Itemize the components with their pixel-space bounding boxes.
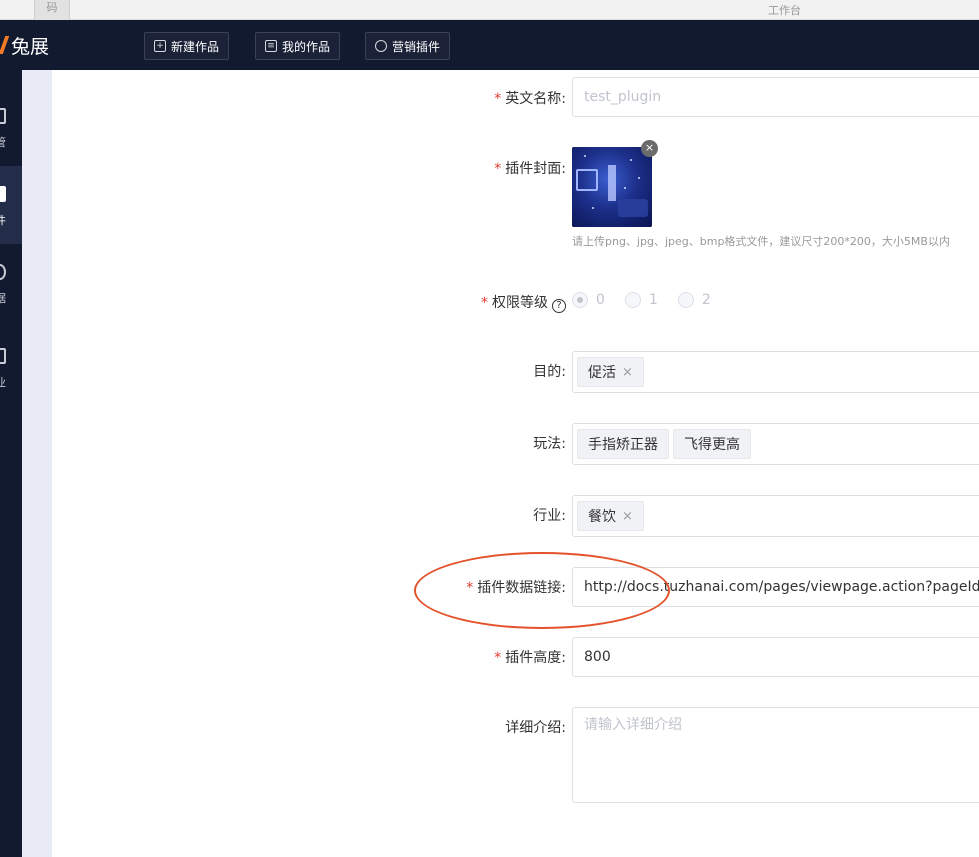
plugin-form: * 英文名称: test_plugin * 插件封面: × 请上传png、jpg、j… bbox=[52, 70, 979, 857]
sidebar-industry-icon bbox=[0, 348, 6, 364]
sidebar-item-label: 据 bbox=[0, 292, 6, 305]
tag-remove-icon[interactable]: × bbox=[622, 509, 633, 524]
cube-icon bbox=[375, 40, 387, 52]
permission-radio-0[interactable]: 0 bbox=[572, 292, 605, 308]
sidebar-item-label: 业 bbox=[0, 376, 6, 389]
radio-checked-icon bbox=[572, 292, 588, 308]
permission-radio-group: 0 1 2 bbox=[572, 292, 731, 308]
cover-remove-button[interactable]: × bbox=[641, 140, 658, 157]
cover-label: * 插件封面: bbox=[494, 161, 566, 177]
sidebar-item-label: 件 bbox=[0, 214, 6, 227]
help-circle-icon[interactable]: ? bbox=[552, 299, 566, 313]
sidebar-data-icon bbox=[0, 264, 6, 280]
industry-tag: 餐饮 × bbox=[577, 501, 644, 531]
plugin-height-input[interactable]: 800 bbox=[572, 637, 979, 677]
sidebar-manage-icon bbox=[0, 108, 6, 124]
permission-label: * 权限等级? bbox=[481, 292, 566, 313]
sidebar-plugin-icon bbox=[0, 186, 6, 202]
content-gutter bbox=[22, 70, 52, 857]
radio-unchecked-icon bbox=[677, 292, 694, 308]
marketing-plugins-label: 营销插件 bbox=[392, 39, 441, 54]
purpose-tag-select[interactable]: 促活 × bbox=[572, 351, 979, 393]
sidebar: 管 件 据 业 bbox=[0, 70, 22, 857]
data-link-label: * 插件数据链接: bbox=[466, 580, 566, 596]
new-work-label: 新建作品 bbox=[171, 39, 220, 54]
gameplay-tag: 手指矫正器 bbox=[577, 429, 669, 459]
english-name-label: * 英文名称: bbox=[494, 91, 566, 107]
description-label: 详细介绍: bbox=[505, 720, 566, 736]
industry-label: 行业: bbox=[533, 508, 566, 524]
data-link-input[interactable]: http://docs.tuzhanai.com/pages/viewpage.… bbox=[572, 567, 979, 607]
radio-unchecked-icon bbox=[624, 292, 641, 308]
purpose-label: 目的: bbox=[533, 364, 566, 380]
browser-tab-title[interactable]: 工作台 bbox=[768, 2, 801, 18]
browser-tab-partial[interactable]: 码 bbox=[34, 0, 70, 20]
sidebar-item-manage[interactable]: 管 bbox=[0, 88, 22, 166]
logo-text: 兔展 bbox=[11, 35, 50, 58]
permission-radio-1[interactable]: 1 bbox=[624, 292, 658, 308]
new-work-button[interactable]: + 新建作品 bbox=[144, 32, 230, 60]
form-row-english-name: * 英文名称: test_plugin bbox=[52, 77, 979, 117]
sidebar-item-plugins[interactable]: 件 bbox=[0, 166, 22, 244]
my-works-button[interactable]: ≡ 我的作品 bbox=[255, 32, 341, 60]
browser-tab-strip: 码 工作台 bbox=[0, 0, 979, 20]
plus-square-icon: + bbox=[154, 40, 166, 52]
document-icon: ≡ bbox=[265, 40, 277, 52]
description-textarea[interactable]: 请输入详细介绍 bbox=[572, 707, 979, 803]
app-header: 兔展 + 新建作品 ≡ 我的作品 营销插件 bbox=[0, 20, 979, 70]
plugin-height-label: * 插件高度: bbox=[494, 650, 566, 666]
sidebar-item-label: 管 bbox=[0, 136, 6, 149]
purpose-tag: 促活 × bbox=[577, 357, 644, 387]
cover-image[interactable] bbox=[572, 147, 652, 227]
gameplay-tag-select[interactable]: 手指矫正器 飞得更高 bbox=[572, 423, 979, 465]
logo-mark-icon bbox=[0, 34, 10, 56]
gameplay-tag: 飞得更高 bbox=[673, 429, 751, 459]
cover-upload-hint: 请上传png、jpg、jpeg、bmp格式文件，建议尺寸200*200，大小5M… bbox=[572, 235, 950, 248]
english-name-input[interactable]: test_plugin bbox=[572, 77, 979, 117]
marketing-plugins-button[interactable]: 营销插件 bbox=[365, 32, 451, 60]
app-logo[interactable]: 兔展 bbox=[0, 34, 50, 58]
tag-remove-icon[interactable]: × bbox=[622, 365, 633, 380]
industry-tag-select[interactable]: 餐饮 × bbox=[572, 495, 979, 537]
sidebar-item-data[interactable]: 据 bbox=[0, 244, 22, 322]
gameplay-label: 玩法: bbox=[533, 436, 566, 452]
my-works-label: 我的作品 bbox=[282, 39, 331, 54]
sidebar-item-industry[interactable]: 业 bbox=[0, 328, 22, 406]
permission-radio-2[interactable]: 2 bbox=[677, 292, 711, 308]
